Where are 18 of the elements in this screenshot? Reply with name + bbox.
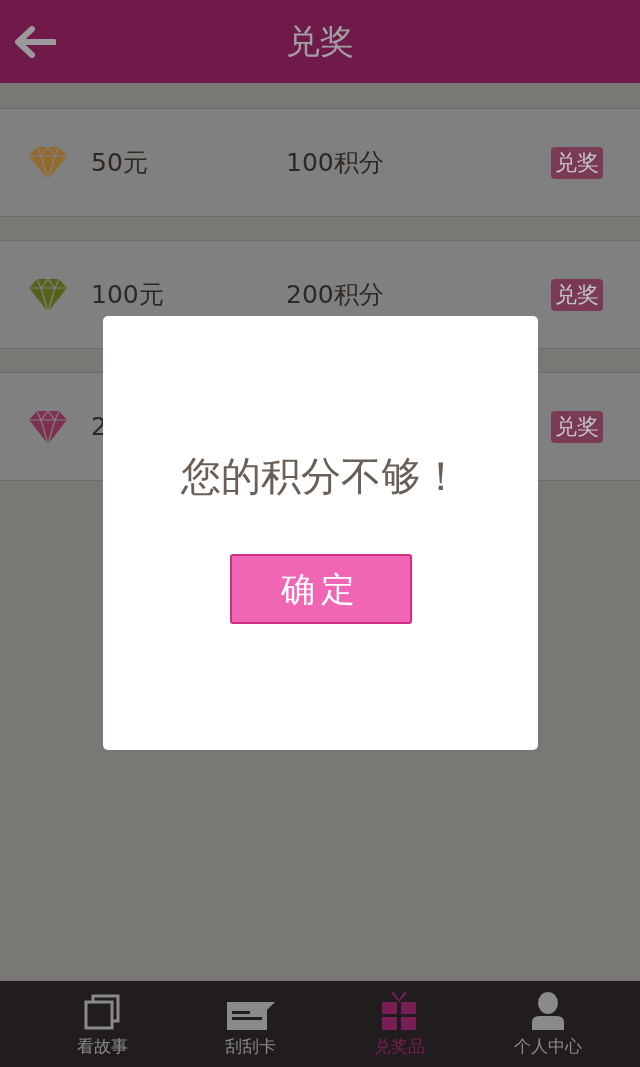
redeem-button[interactable]: 兑奖	[551, 410, 603, 443]
card-icon	[226, 999, 275, 1030]
tab-item[interactable]: 刮刮卡	[176, 981, 325, 1067]
back-arrow-icon[interactable]	[14, 26, 56, 58]
prize-amount: 100元	[91, 278, 165, 311]
prize-amount: 50元	[91, 146, 149, 179]
points-cost: 200积分	[286, 278, 384, 311]
confirm-button[interactable]: 确定	[229, 554, 412, 624]
photos-icon	[84, 993, 121, 1030]
gift-icon	[381, 991, 418, 1030]
points-cost: 100积分	[286, 146, 384, 179]
redeem-button[interactable]: 兑奖	[551, 146, 603, 179]
tab-item[interactable]: 看故事	[28, 981, 177, 1067]
person-icon	[531, 991, 564, 1030]
redeem-button[interactable]: 兑奖	[551, 278, 603, 311]
page-title: 兑奖	[286, 20, 354, 63]
dialog-message: 您的积分不够！	[180, 452, 461, 501]
tab-item[interactable]: 个人中心	[473, 981, 622, 1067]
